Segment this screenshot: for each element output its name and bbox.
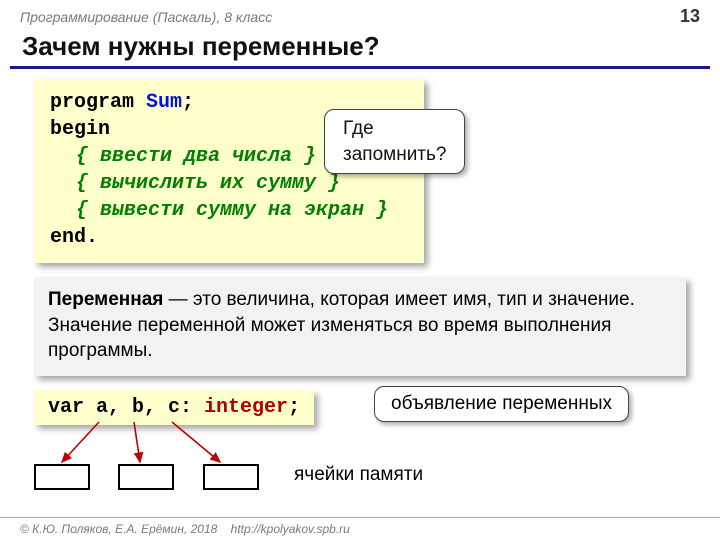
memory-cell-b [118,464,174,490]
code-comment-2: { вычислить их сумму } [76,172,340,195]
memory-cell-a [34,464,90,490]
definition-box: Переменная — это величина, которая имеет… [34,277,686,376]
definition-term: Переменная [48,289,163,310]
memory-cell-c [203,464,259,490]
code-kw-begin: begin [50,118,110,141]
var-row: var a, b, c: integer; объявление перемен… [34,390,686,510]
page-number: 13 [680,6,700,27]
decl-label-bubble: объявление переменных [374,386,629,422]
footer-url[interactable]: http://kpolyakov.spb.ru [231,522,350,536]
var-semi: ; [288,396,300,419]
header-bar: Программирование (Паскаль), 8 класс 13 [0,0,720,29]
callout-where-remember: Где запомнить? [324,109,465,174]
code-block: program Sum; begin { ввести два числа } … [34,79,424,263]
title-underline [10,66,710,69]
code-kw-program: program [50,91,134,114]
slide-title: Зачем нужны переменные? [0,29,720,66]
footer: © К.Ю. Поляков, Е.А. Ерёмин, 2018 http:/… [0,517,720,536]
memory-label: ячейки памяти [294,464,423,486]
memory-cells [34,464,283,495]
code-ident-sum: Sum [146,91,182,114]
course-label: Программирование (Паскаль), 8 класс [20,9,272,25]
var-kw: var [48,396,84,419]
var-type: integer [204,396,288,419]
footer-copyright: © К.Ю. Поляков, Е.А. Ерёмин, 2018 [20,522,217,536]
code-comment-1: { ввести два числа } [76,145,316,168]
code-semi: ; [182,91,194,114]
code-comment-3: { вывести сумму на экран } [76,199,388,222]
var-names: a, b, c [84,396,180,419]
code-kw-end: end. [50,226,98,249]
var-colon: : [180,396,204,419]
